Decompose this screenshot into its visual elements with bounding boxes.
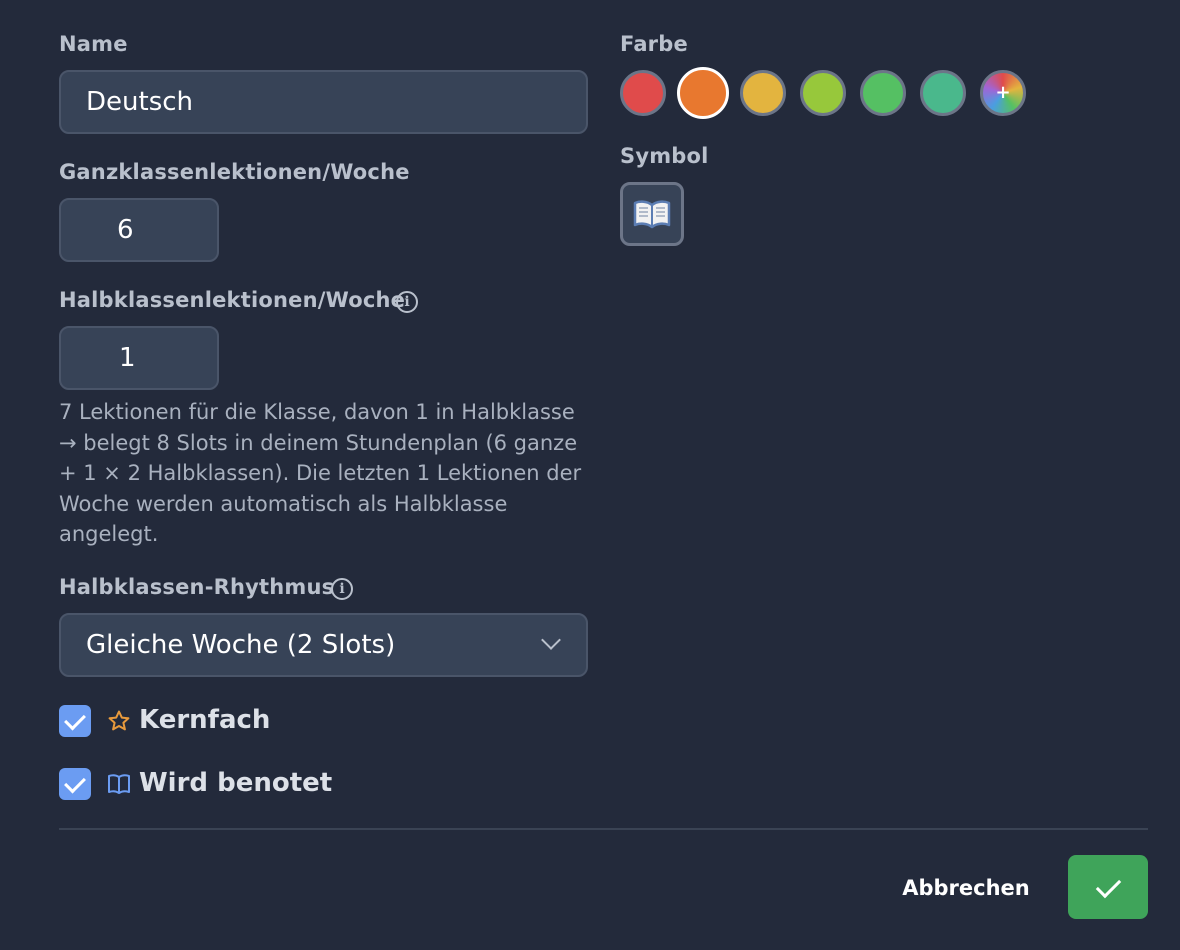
cancel-button[interactable]: Abbrechen (890, 868, 1042, 908)
halb-label: Halbklassenlektionen/Woche (59, 288, 406, 312)
color-swatch-yellow[interactable] (740, 70, 786, 116)
name-label: Name (59, 32, 128, 56)
chevron-down-icon (541, 630, 561, 650)
ganz-label: Ganzklassenlektionen/Woche (59, 160, 410, 184)
halb-input-value: 1 (119, 343, 136, 373)
rhythm-label: Halbklassen-Rhythmus (59, 575, 335, 599)
halb-input[interactable]: 1 (59, 326, 219, 390)
kernfach-checkbox[interactable] (59, 705, 91, 737)
rhythm-select[interactable]: Gleiche Woche (2 Slots) (59, 613, 588, 677)
name-input[interactable]: Deutsch (59, 70, 588, 134)
plus-icon: + (995, 82, 1011, 103)
star-icon (108, 710, 130, 731)
book-icon (108, 774, 130, 794)
color-label: Farbe (620, 32, 688, 56)
name-input-value: Deutsch (86, 87, 194, 117)
open-book-icon (633, 200, 671, 229)
ganz-input[interactable]: 6 (59, 198, 219, 262)
rhythm-select-value: Gleiche Woche (2 Slots) (86, 630, 396, 660)
kernfach-label: Kernfach (139, 705, 271, 735)
color-swatch-orange[interactable] (677, 67, 729, 119)
color-swatch-red[interactable] (620, 70, 666, 116)
color-swatch-green[interactable] (860, 70, 906, 116)
symbol-picker[interactable] (620, 182, 684, 246)
color-swatch-lime[interactable] (800, 70, 846, 116)
divider (59, 828, 1148, 830)
info-icon[interactable]: i (396, 291, 418, 313)
ganz-input-value: 6 (117, 215, 134, 245)
confirm-button[interactable] (1068, 855, 1148, 919)
color-swatch-custom[interactable]: + (980, 70, 1026, 116)
benotet-label: Wird benotet (139, 768, 333, 798)
benotet-checkbox[interactable] (59, 768, 91, 800)
help-text: 7 Lektionen für die Klasse, davon 1 in H… (59, 400, 582, 546)
info-icon[interactable]: i (331, 578, 353, 600)
symbol-label: Symbol (620, 144, 709, 168)
color-swatch-teal[interactable] (920, 70, 966, 116)
